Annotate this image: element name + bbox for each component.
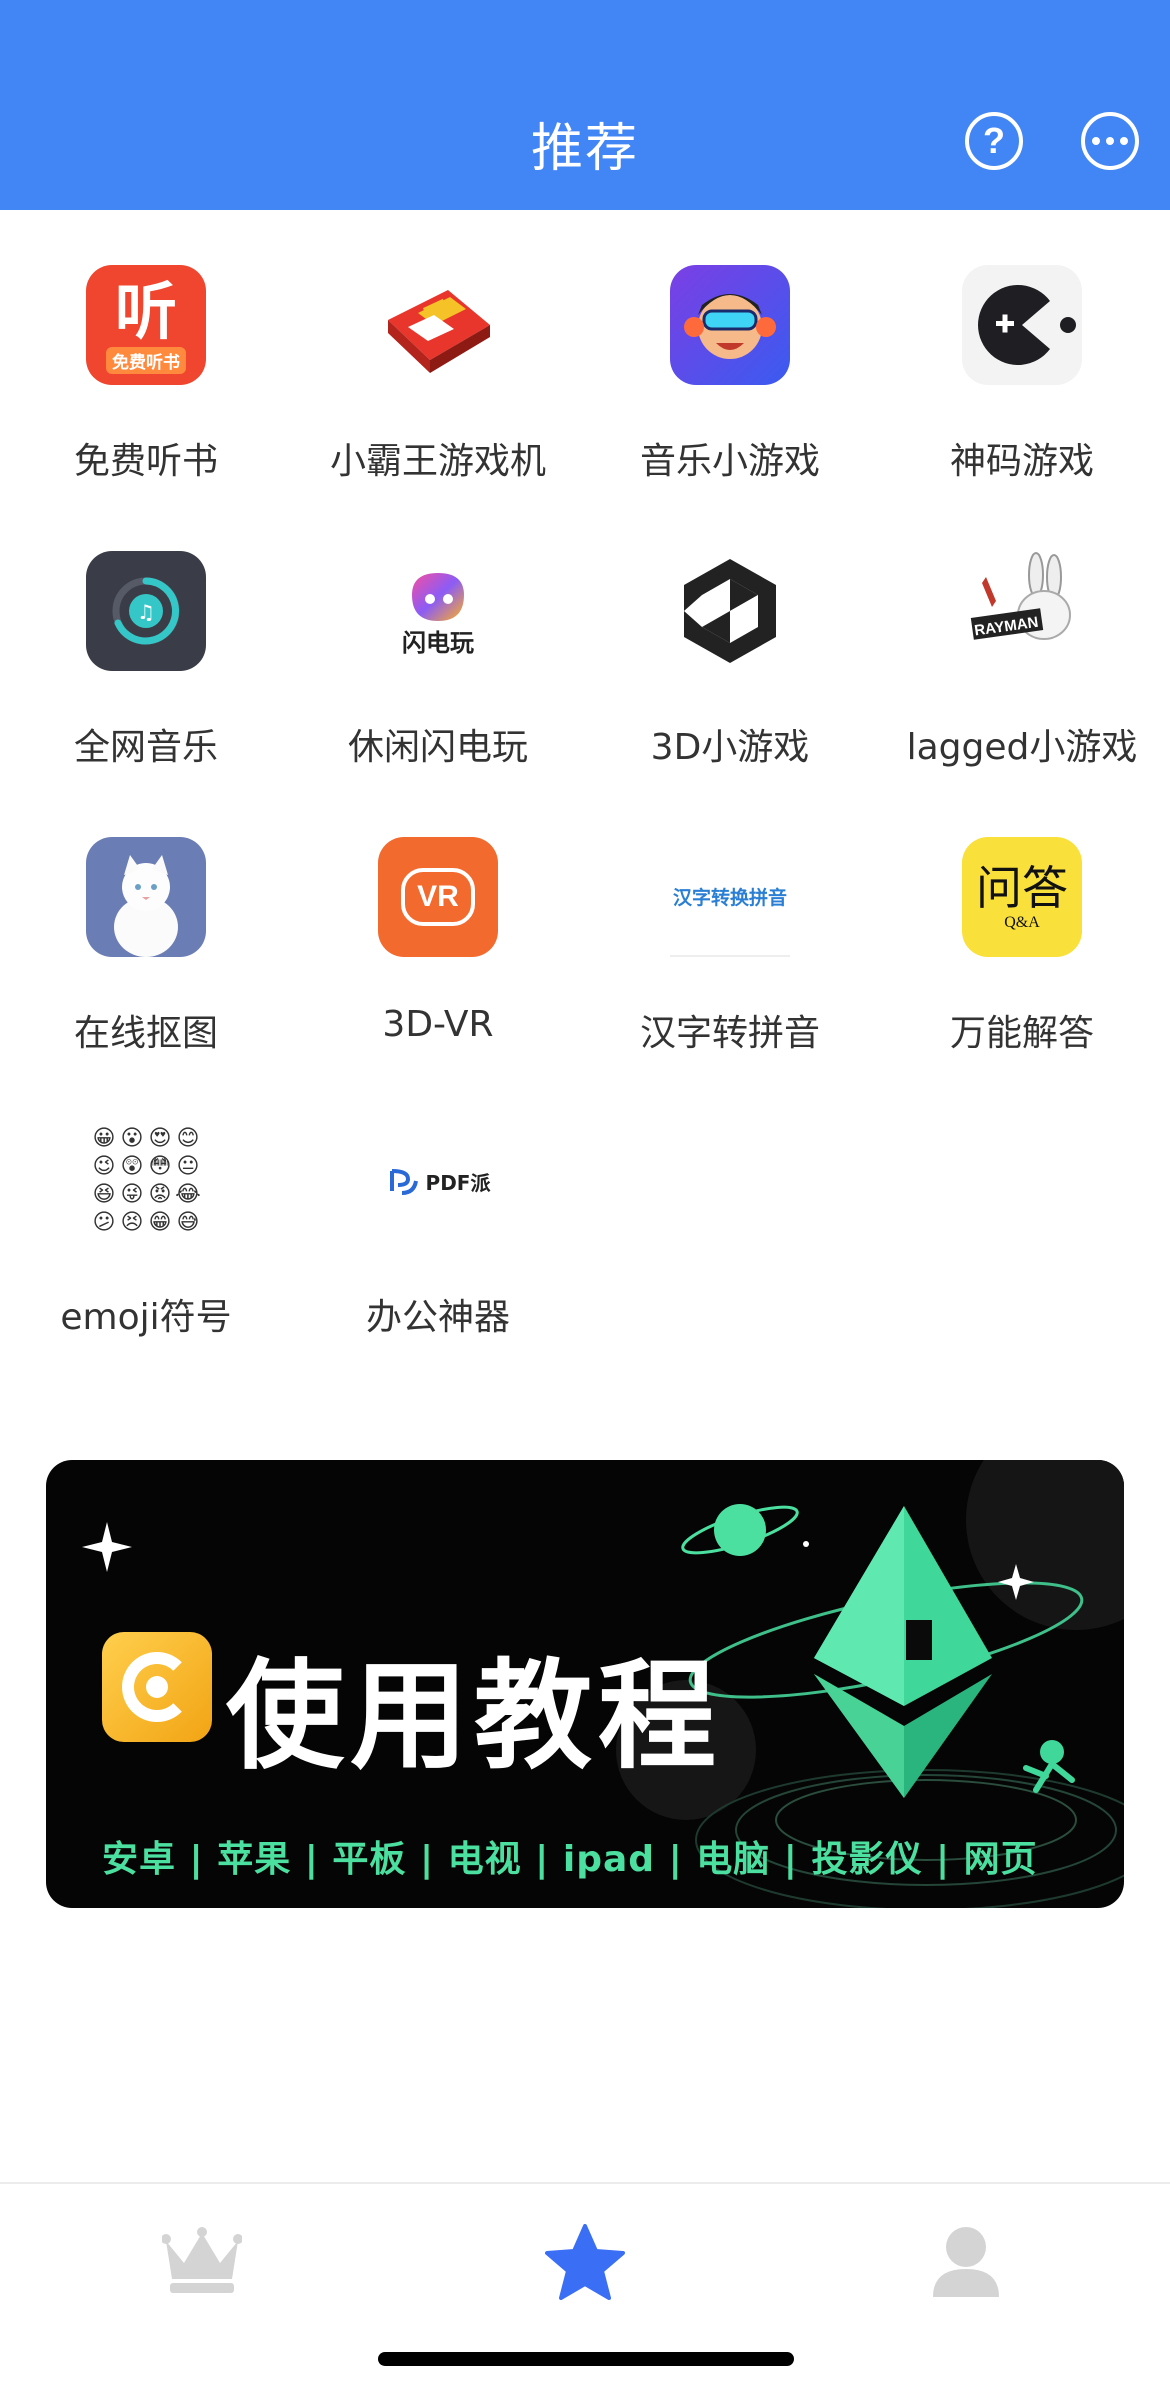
unity-icon	[670, 551, 790, 671]
app-label: 小霸王游戏机	[329, 441, 546, 482]
rabbid-icon: RAYMAN	[962, 551, 1082, 671]
listen-book-icon: 听 免费听书	[86, 265, 206, 385]
app-label: lagged小游戏	[906, 727, 1138, 768]
question-circle-icon[interactable]: ?	[965, 112, 1023, 170]
banner-title: 使用教程	[226, 1647, 723, 1785]
app-tile[interactable]: 闪电玩 休闲闪电玩	[292, 496, 584, 768]
home-indicator	[378, 2352, 794, 2366]
app-label: 音乐小游戏	[639, 441, 820, 482]
app-tile[interactable]: ♫ 全网音乐	[0, 496, 292, 768]
app-tile[interactable]: 听 免费听书 免费听书	[0, 210, 292, 482]
app-tile[interactable]: 😀 😮 😍 😊 😉 😲 😳 😐 😆 😜 😡 😂 😕 😣 😁 😅 emoji符号	[0, 1066, 292, 1338]
tab-recommend[interactable]	[540, 2222, 630, 2302]
top-nav-bar: 推荐 ?	[0, 0, 1170, 210]
music-game-icon	[670, 265, 790, 385]
app-tile[interactable]: 音乐小游戏	[584, 210, 876, 482]
tutorial-banner[interactable]: 使用教程 安卓 | 苹果 | 平板 | 电视 | ipad | 电脑 | 投影仪…	[46, 1460, 1124, 1908]
pacman-icon	[962, 265, 1082, 385]
app-label: 在线抠图	[73, 1013, 218, 1054]
sparkle-icon	[82, 1522, 132, 1572]
app-tile[interactable]: VR 3D-VR	[292, 782, 584, 1045]
pinyin-icon: 汉字转换拼音	[670, 837, 790, 957]
crown-icon	[162, 2227, 242, 2293]
app-label: 3D-VR	[382, 1004, 494, 1045]
chat-bubble-icon[interactable]	[1081, 112, 1139, 170]
flash-play-icon: 闪电玩	[378, 551, 498, 671]
app-logo-icon	[102, 1632, 212, 1742]
app-label: 免费听书	[73, 441, 218, 482]
app-tile[interactable]: 神码游戏	[876, 210, 1168, 482]
vr-icon: VR	[378, 837, 498, 957]
tab-vip[interactable]	[157, 2222, 247, 2302]
app-label: 3D小游戏	[650, 727, 810, 768]
app-tile[interactable]: 汉字转换拼音 汉字转拼音	[584, 782, 876, 1054]
pdf-icon: PDF派	[378, 1121, 498, 1241]
app-tile[interactable]: RAYMAN lagged小游戏	[876, 496, 1168, 768]
app-tile[interactable]: 问答 Q&A 万能解答	[876, 782, 1168, 1054]
app-label: emoji符号	[60, 1297, 232, 1338]
app-tile[interactable]: 在线抠图	[0, 782, 292, 1054]
person-icon	[933, 2227, 999, 2297]
star-icon	[545, 2224, 625, 2300]
emoji-grid-icon: 😀 😮 😍 😊 😉 😲 😳 😐 😆 😜 😡 😂 😕 😣 😁 😅	[86, 1121, 206, 1241]
app-tile[interactable]: 小霸王游戏机	[292, 210, 584, 482]
tab-profile[interactable]	[921, 2222, 1011, 2302]
music-player-icon: ♫	[86, 551, 206, 671]
app-label: 万能解答	[949, 1013, 1094, 1054]
app-label: 休闲闪电玩	[347, 727, 528, 768]
app-label: 全网音乐	[73, 727, 218, 768]
svg-text:♫: ♫	[137, 600, 155, 624]
app-tile[interactable]: PDF派 办公神器	[292, 1066, 584, 1338]
cat-photo-icon	[86, 837, 206, 957]
game-console-icon	[378, 265, 498, 385]
app-label: 办公神器	[365, 1297, 510, 1338]
app-label: 汉字转拼音	[639, 1013, 820, 1054]
app-label: 神码游戏	[949, 441, 1094, 482]
app-tile[interactable]: 3D小游戏	[584, 496, 876, 768]
qa-icon: 问答 Q&A	[962, 837, 1082, 957]
banner-platforms: 安卓 | 苹果 | 平板 | 电视 | ipad | 电脑 | 投影仪 | 网页	[102, 1839, 1038, 1880]
